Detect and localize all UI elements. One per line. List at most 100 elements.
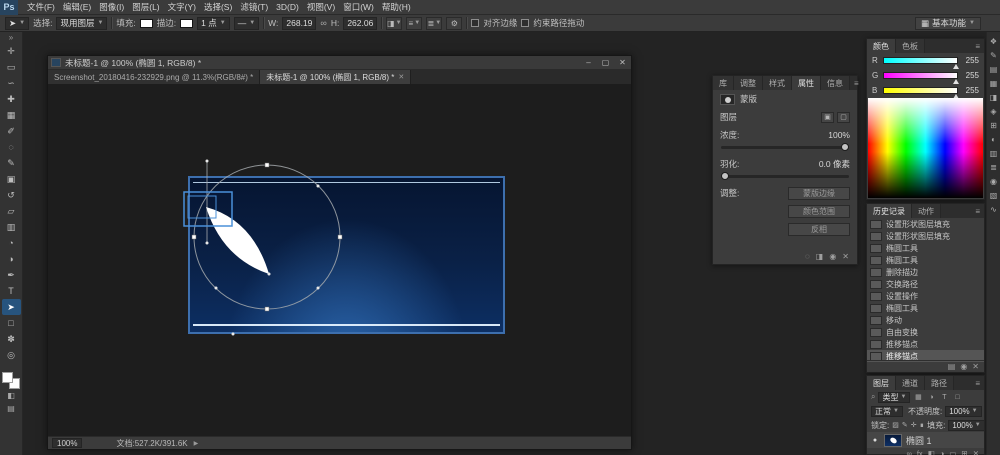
menu-item-help[interactable]: 帮助(H) (378, 0, 415, 15)
red-slider-knob[interactable] (953, 64, 959, 69)
filter-pixel-icon[interactable]: ▦ (913, 392, 923, 402)
anchor-point[interactable] (317, 185, 320, 188)
stroke-width-dropdown[interactable]: 1 点 ▼ (197, 17, 230, 30)
clone-stamp-tool[interactable]: ▣ (2, 171, 21, 187)
menu-item-select[interactable]: 选择(S) (200, 0, 236, 15)
density-slider[interactable] (721, 146, 849, 149)
new-adjustment-layer-icon[interactable]: ◑ (940, 449, 945, 455)
dock-panel-icon[interactable]: ◨ (988, 92, 1000, 103)
menu-item-layer[interactable]: 图层(L) (128, 0, 163, 15)
close-tab-icon[interactable]: ✕ (398, 73, 404, 81)
dodge-tool[interactable]: ◑ (2, 251, 21, 267)
path-alignment-dropdown[interactable]: ≡▼ (406, 17, 422, 30)
green-slider-knob[interactable] (953, 79, 959, 84)
tab-info[interactable]: 信息 (821, 76, 850, 90)
filter-shape-icon[interactable]: □ (952, 392, 962, 402)
disable-mask-icon[interactable]: ◉ (829, 252, 836, 261)
dock-panel-icon[interactable]: ▥ (988, 148, 1000, 159)
path-operations-dropdown[interactable]: ◨▼ (386, 17, 402, 30)
dock-panel-icon[interactable]: ▦ (988, 78, 1000, 89)
zoom-level-field[interactable]: 100% (52, 438, 82, 448)
handle-end-point[interactable] (206, 242, 209, 245)
align-edges-checkbox[interactable] (471, 19, 479, 27)
dock-panel-icon[interactable]: ▤ (988, 64, 1000, 75)
menu-item-type[interactable]: 文字(Y) (164, 0, 200, 15)
layer-name[interactable]: 椭圆 1 (906, 434, 932, 447)
history-step[interactable]: 推移锚点 (867, 338, 984, 350)
blur-tool[interactable]: ◔ (2, 235, 21, 251)
document-tab-untitled[interactable]: 未标题-1 @ 100% (椭圆 1, RGB/8) * ✕ (260, 70, 411, 84)
eraser-tool[interactable]: ▱ (2, 203, 21, 219)
filter-type-dropdown[interactable]: 类型 ▼ (878, 392, 910, 403)
anchor-point[interactable] (192, 235, 196, 239)
history-step[interactable]: 交换路径 (867, 278, 984, 290)
invert-button[interactable]: 反相 (788, 223, 850, 236)
mask-edge-button[interactable]: 蒙版边缘 (788, 187, 850, 200)
new-snapshot-icon[interactable]: ◉ (960, 362, 967, 371)
tab-styles[interactable]: 样式 (763, 76, 792, 90)
select-mode-dropdown[interactable]: 现用图层 ▼ (56, 17, 107, 30)
menu-item-edit[interactable]: 编辑(E) (59, 0, 95, 15)
tab-actions[interactable]: 动作 (912, 204, 941, 218)
tab-color[interactable]: 颜色 (867, 39, 896, 53)
lasso-tool[interactable]: ∽ (2, 75, 21, 91)
menu-item-view[interactable]: 视图(V) (303, 0, 339, 15)
link-dimensions-icon[interactable]: ∞ (320, 18, 326, 28)
menu-item-image[interactable]: 图像(I) (95, 0, 128, 15)
anchor-point[interactable] (338, 235, 342, 239)
gradient-tool[interactable]: ▥ (2, 219, 21, 235)
crop-tool[interactable]: ▦ (2, 107, 21, 123)
history-step[interactable]: 设置形状图层填充 (867, 230, 984, 242)
foreground-color-swatch[interactable] (2, 372, 13, 383)
tab-libraries[interactable]: 库 (713, 76, 734, 90)
marquee-tool[interactable]: ▭ (2, 59, 21, 75)
screen-mode-button[interactable]: ▤ (2, 402, 21, 415)
pen-tool[interactable]: ✒ (2, 267, 21, 283)
green-channel-slider[interactable] (883, 72, 958, 79)
tab-layers[interactable]: 图层 (867, 376, 896, 390)
stroke-swatch[interactable] (180, 19, 193, 28)
panel-menu-icon[interactable]: ≡ (971, 204, 984, 218)
add-pixel-mask-button[interactable]: ▣ (821, 112, 834, 123)
anchor-point[interactable] (215, 287, 218, 290)
color-spectrum-picker[interactable] (868, 98, 983, 198)
add-layer-mask-icon[interactable]: ◧ (928, 449, 935, 455)
history-step[interactable]: 删除描边 (867, 266, 984, 278)
red-channel-value[interactable]: 255 (962, 56, 979, 65)
anchor-point[interactable] (232, 333, 235, 336)
density-slider-knob[interactable] (841, 143, 849, 151)
lock-pixels-icon[interactable]: ✎ (902, 420, 908, 430)
width-input[interactable]: 268.19 (282, 17, 316, 30)
constrain-path-drag-checkbox[interactable] (521, 19, 529, 27)
menu-item-filter[interactable]: 滤镜(T) (236, 0, 272, 15)
history-step[interactable]: 椭圆工具 (867, 254, 984, 266)
document-tab-screenshot[interactable]: Screenshot_20180416-232929.png @ 11.3%(R… (48, 70, 260, 84)
menu-item-3d[interactable]: 3D(D) (272, 0, 303, 15)
dock-panel-icon[interactable]: ▧ (988, 190, 1000, 201)
dock-panel-icon[interactable]: ⊞ (988, 120, 1000, 131)
canvas-pasteboard[interactable] (48, 84, 631, 436)
new-layer-icon[interactable]: ⊞ (961, 449, 967, 455)
red-channel-slider[interactable] (883, 57, 958, 64)
history-step[interactable]: 设置形状图层填充 (867, 218, 984, 230)
delete-mask-icon[interactable]: ✕ (842, 252, 849, 261)
tab-adjustments[interactable]: 调整 (734, 76, 763, 90)
path-arrangement-dropdown[interactable]: ≣▼ (426, 17, 442, 30)
tab-paths[interactable]: 路径 (925, 376, 954, 390)
stroke-type-dropdown[interactable]: — ▼ (234, 17, 259, 30)
add-vector-mask-button[interactable]: ▢ (837, 112, 850, 123)
apply-mask-icon[interactable]: ◨ (816, 252, 824, 261)
lock-position-icon[interactable]: ✛ (911, 420, 917, 430)
dock-panel-icon[interactable]: ≣ (988, 162, 1000, 173)
filter-type-icon[interactable]: T (939, 392, 949, 402)
path-selection-tool[interactable]: ➤ (2, 299, 21, 315)
feather-slider[interactable] (721, 175, 849, 178)
layer-thumbnail[interactable] (884, 434, 902, 447)
collapse-tools-icon[interactable]: » (9, 33, 13, 43)
hand-tool[interactable]: ✽ (2, 331, 21, 347)
fill-opacity-dropdown[interactable]: 100% ▼ (948, 420, 984, 431)
brush-tool[interactable]: ✎ (2, 155, 21, 171)
tab-swatches[interactable]: 色板 (896, 39, 925, 53)
feather-slider-knob[interactable] (721, 172, 729, 180)
status-options-arrow[interactable]: ▶ (194, 440, 199, 447)
